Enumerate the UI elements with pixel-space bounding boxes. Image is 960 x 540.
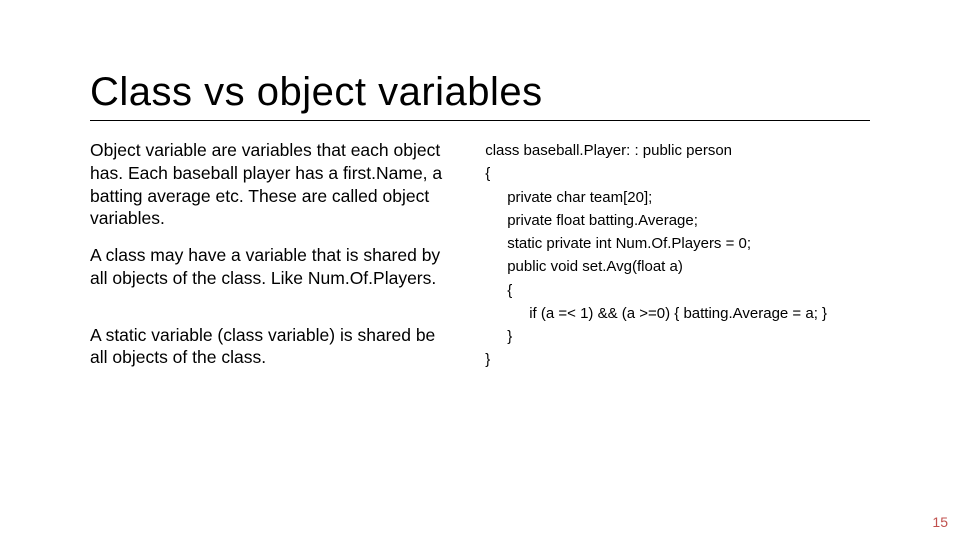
page-number: 15 xyxy=(932,514,948,530)
code-line-4: private float batting.Average; xyxy=(507,209,870,232)
code-line-6: public void set.Avg(float a) xyxy=(507,255,870,278)
code-line-3: private char team[20]; xyxy=(507,186,870,209)
paragraph-2: A class may have a variable that is shar… xyxy=(90,244,445,290)
code-line-2: { xyxy=(485,162,870,185)
code-line-1: class baseball.Player: : public person xyxy=(485,139,870,162)
code-line-9: } xyxy=(507,325,870,348)
title-rule xyxy=(90,120,870,121)
code-line-8: if (a =< 1) && (a >=0) { batting.Average… xyxy=(529,302,870,325)
slide-body: Object variable are variables that each … xyxy=(90,139,870,372)
right-column-code: class baseball.Player: : public person {… xyxy=(485,139,870,372)
slide: Class vs object variables Object variabl… xyxy=(0,0,960,540)
paragraph-1: Object variable are variables that each … xyxy=(90,139,445,230)
left-column: Object variable are variables that each … xyxy=(90,139,445,372)
paragraph-3: A static variable (class variable) is sh… xyxy=(90,324,445,370)
slide-title: Class vs object variables xyxy=(90,70,870,114)
code-line-5: static private int Num.Of.Players = 0; xyxy=(507,232,870,255)
code-line-10: } xyxy=(485,348,870,371)
code-line-7: { xyxy=(507,279,870,302)
